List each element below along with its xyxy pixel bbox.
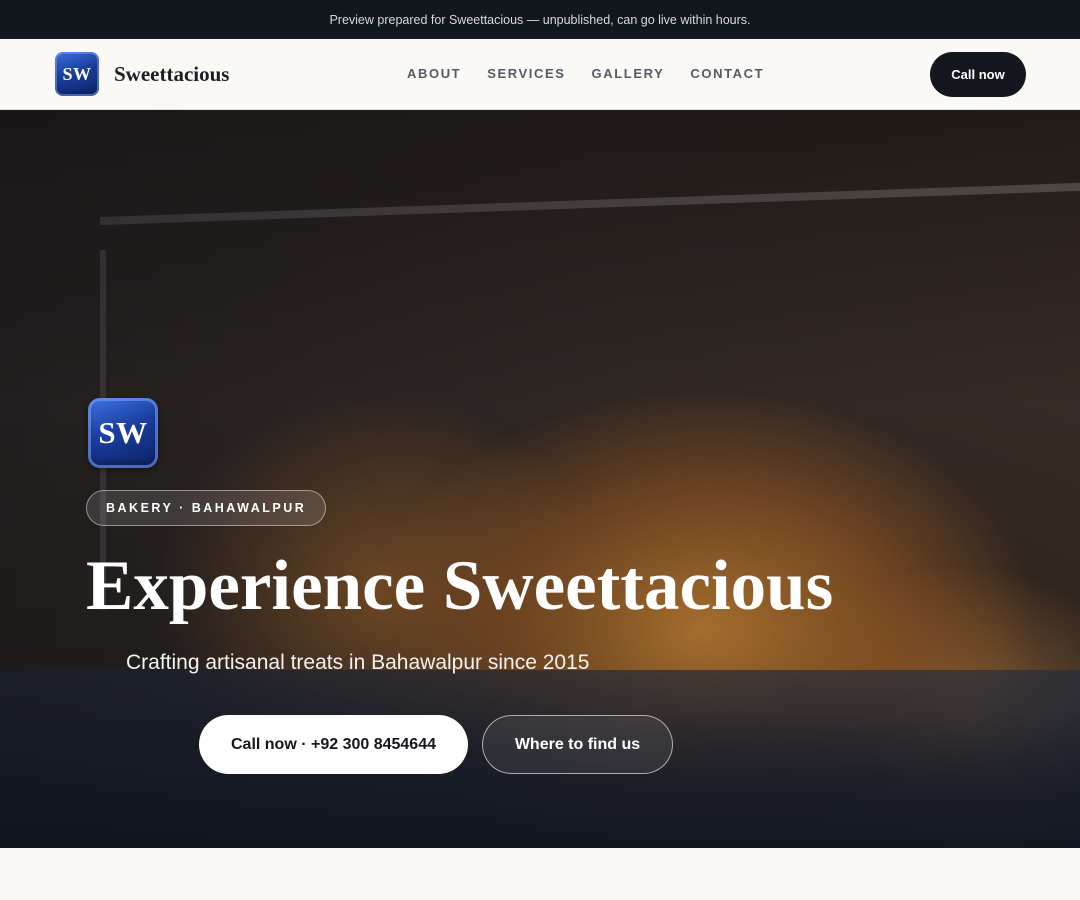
- preview-banner: Preview prepared for Sweettacious — unpu…: [0, 0, 1080, 39]
- hero-logo-badge: SW: [88, 398, 158, 468]
- nav-links: ABOUT SERVICES GALLERY CONTACT: [407, 66, 790, 81]
- logo-badge[interactable]: SW: [55, 52, 99, 96]
- hero-headline: Experience Sweettacious: [86, 547, 834, 625]
- call-now-button[interactable]: Call now · +92 300 8454644: [199, 715, 468, 774]
- find-us-button[interactable]: Where to find us: [482, 715, 673, 774]
- category-pill: BAKERY · BAHAWALPUR: [86, 490, 327, 526]
- hero-subheadline: Crafting artisanal treats in Bahawalpur …: [126, 651, 590, 674]
- nav-link-gallery[interactable]: GALLERY: [592, 66, 665, 81]
- nav-link-services[interactable]: SERVICES: [487, 66, 565, 81]
- nav-link-about[interactable]: ABOUT: [407, 66, 461, 81]
- preview-banner-text: Preview prepared for Sweettacious — unpu…: [329, 12, 751, 27]
- hero-section: SW BAKERY · BAHAWALPUR Experience Sweett…: [0, 110, 1080, 848]
- nav-link-contact[interactable]: CONTACT: [690, 66, 764, 81]
- header-call-button[interactable]: Call now: [930, 52, 1026, 97]
- site-header: SW Sweettacious ABOUT SERVICES GALLERY C…: [0, 39, 1080, 110]
- brand-name[interactable]: Sweettacious: [114, 62, 229, 87]
